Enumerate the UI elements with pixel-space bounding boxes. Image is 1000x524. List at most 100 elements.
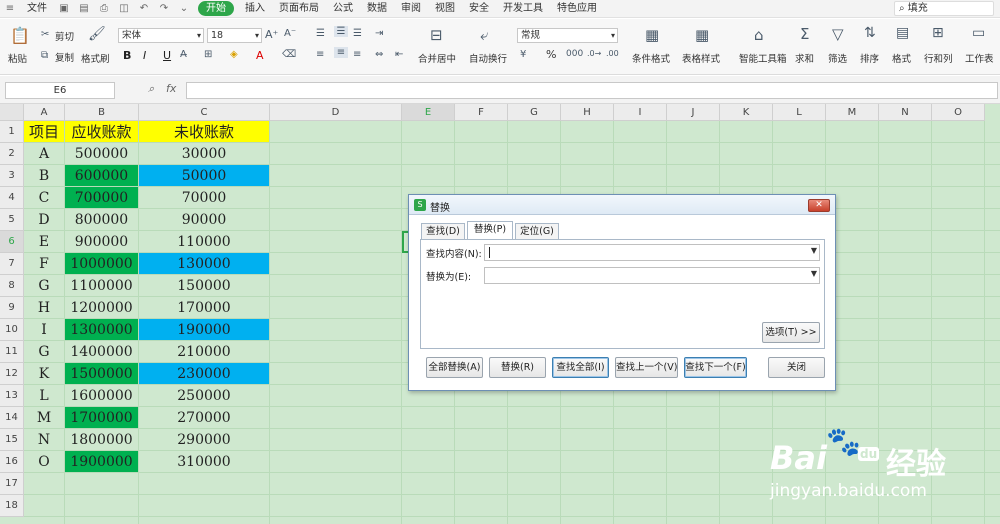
- merge-button[interactable]: 合并居中: [418, 51, 456, 65]
- formula-input[interactable]: [186, 82, 998, 99]
- align-right-icon[interactable]: ≡: [353, 49, 361, 60]
- sum-button[interactable]: 求和: [795, 51, 814, 65]
- row-header[interactable]: 17: [0, 473, 24, 495]
- italic-button[interactable]: I: [143, 49, 146, 62]
- zoom-icon[interactable]: ⌕: [148, 82, 154, 96]
- fx-button[interactable]: fx: [166, 82, 176, 95]
- table-cell[interactable]: 290000: [139, 429, 270, 451]
- close-button[interactable]: 关闭: [768, 357, 825, 378]
- sort-icon[interactable]: ⇅: [864, 25, 876, 41]
- find-all-button[interactable]: 查找全部(I): [552, 357, 609, 378]
- tab-find[interactable]: 查找(D): [421, 223, 465, 239]
- table-cell[interactable]: 190000: [139, 319, 270, 341]
- options-button[interactable]: 选项(T) >>: [762, 322, 820, 343]
- table-cell[interactable]: 170000: [139, 297, 270, 319]
- column-header[interactable]: J: [667, 104, 720, 121]
- format-icon[interactable]: ▤: [896, 25, 909, 41]
- wrap-icon[interactable]: ⤶: [480, 26, 488, 44]
- column-header[interactable]: D: [270, 104, 402, 121]
- table-cell[interactable]: C: [24, 187, 65, 209]
- merge-icon[interactable]: ⊟: [430, 26, 443, 44]
- table-cell[interactable]: 500000: [65, 143, 139, 165]
- row-header[interactable]: 8: [0, 275, 24, 297]
- column-header[interactable]: L: [773, 104, 826, 121]
- tab-goto[interactable]: 定位(G): [515, 223, 559, 239]
- table-cell[interactable]: 1400000: [65, 341, 139, 363]
- table-cell[interactable]: A: [24, 143, 65, 165]
- column-header[interactable]: C: [139, 104, 270, 121]
- filter-icon[interactable]: ▽: [832, 25, 844, 43]
- row-header[interactable]: 13: [0, 385, 24, 407]
- table-cell[interactable]: 30000: [139, 143, 270, 165]
- column-header[interactable]: H: [561, 104, 614, 121]
- chevron-down-icon[interactable]: ▼: [811, 269, 817, 278]
- tab-special[interactable]: 特色应用: [550, 0, 604, 18]
- rowcol-button[interactable]: 行和列: [924, 51, 953, 65]
- column-header[interactable]: I: [614, 104, 667, 121]
- tab-page-layout[interactable]: 页面布局: [272, 0, 326, 18]
- table-cell[interactable]: 1300000: [65, 319, 139, 341]
- redo-icon[interactable]: ↷: [157, 3, 171, 15]
- sort-button[interactable]: 排序: [860, 51, 879, 65]
- name-box[interactable]: E6: [5, 82, 115, 99]
- close-icon[interactable]: ✕: [808, 199, 830, 212]
- table-cell[interactable]: 1700000: [65, 407, 139, 429]
- tab-security[interactable]: 安全: [462, 0, 496, 18]
- save-icon[interactable]: ▣: [57, 3, 71, 15]
- more-chevron-icon[interactable]: ⌄: [177, 3, 191, 15]
- table-cell[interactable]: G: [24, 275, 65, 297]
- header-cell[interactable]: 项目: [24, 121, 65, 143]
- table-cell[interactable]: L: [24, 385, 65, 407]
- table-cell[interactable]: 270000: [139, 407, 270, 429]
- tab-replace[interactable]: 替换(P): [467, 221, 513, 240]
- row-header[interactable]: 10: [0, 319, 24, 341]
- paste-icon[interactable]: 📋: [10, 26, 30, 45]
- table-cell[interactable]: 1500000: [65, 363, 139, 385]
- table-cell[interactable]: 150000: [139, 275, 270, 297]
- column-header[interactable]: A: [24, 104, 65, 121]
- row-header[interactable]: 15: [0, 429, 24, 451]
- preview-icon[interactable]: ◫: [117, 3, 131, 15]
- chevron-down-icon[interactable]: ▼: [811, 246, 817, 255]
- table-cell[interactable]: 1200000: [65, 297, 139, 319]
- wrap-button[interactable]: 自动换行: [469, 51, 507, 65]
- row-header[interactable]: 11: [0, 341, 24, 363]
- format-painter-button[interactable]: 格式刷: [81, 51, 110, 65]
- increase-decimal-icon[interactable]: .0→: [587, 49, 601, 58]
- conditional-format-icon[interactable]: ▦: [645, 26, 659, 44]
- align-left-icon[interactable]: ≡: [316, 49, 324, 60]
- undo-icon[interactable]: ↶: [137, 3, 151, 15]
- table-cell[interactable]: F: [24, 253, 65, 275]
- replace-all-button[interactable]: 全部替换(A): [426, 357, 483, 378]
- format-button[interactable]: 格式: [892, 51, 911, 65]
- row-header[interactable]: 16: [0, 451, 24, 473]
- strikethrough-icon[interactable]: A̶: [180, 49, 187, 60]
- toolbox-button[interactable]: 智能工具箱: [739, 51, 787, 65]
- rowcol-icon[interactable]: ⊞: [932, 25, 944, 41]
- font-size-select[interactable]: 18 ▾: [207, 28, 262, 43]
- find-input[interactable]: ▼: [484, 244, 820, 261]
- row-header[interactable]: 14: [0, 407, 24, 429]
- column-header[interactable]: E: [402, 104, 455, 121]
- table-cell[interactable]: G: [24, 341, 65, 363]
- replace-button[interactable]: 替换(R): [489, 357, 546, 378]
- find-previous-button[interactable]: 查找上一个(V): [615, 357, 678, 378]
- clear-format-icon[interactable]: ⌫: [282, 49, 296, 60]
- sum-icon[interactable]: Σ: [800, 25, 809, 43]
- indent-icon[interactable]: ⇤: [395, 49, 403, 60]
- row-header[interactable]: 18: [0, 495, 24, 517]
- table-cell[interactable]: 50000: [139, 165, 270, 187]
- font-name-select[interactable]: 宋体 ▾: [118, 28, 204, 43]
- column-header[interactable]: K: [720, 104, 773, 121]
- column-header[interactable]: M: [826, 104, 879, 121]
- currency-icon[interactable]: ¥: [520, 49, 526, 60]
- table-style-button[interactable]: 表格样式: [682, 51, 720, 65]
- tab-formulas[interactable]: 公式: [326, 0, 360, 18]
- table-cell[interactable]: 1600000: [65, 385, 139, 407]
- bold-button[interactable]: B: [123, 49, 131, 62]
- row-header[interactable]: 2: [0, 143, 24, 165]
- table-cell[interactable]: E: [24, 231, 65, 253]
- conditional-format-button[interactable]: 条件格式: [632, 51, 670, 65]
- tab-review[interactable]: 审阅: [394, 0, 428, 18]
- align-top-icon[interactable]: ☰: [316, 28, 325, 39]
